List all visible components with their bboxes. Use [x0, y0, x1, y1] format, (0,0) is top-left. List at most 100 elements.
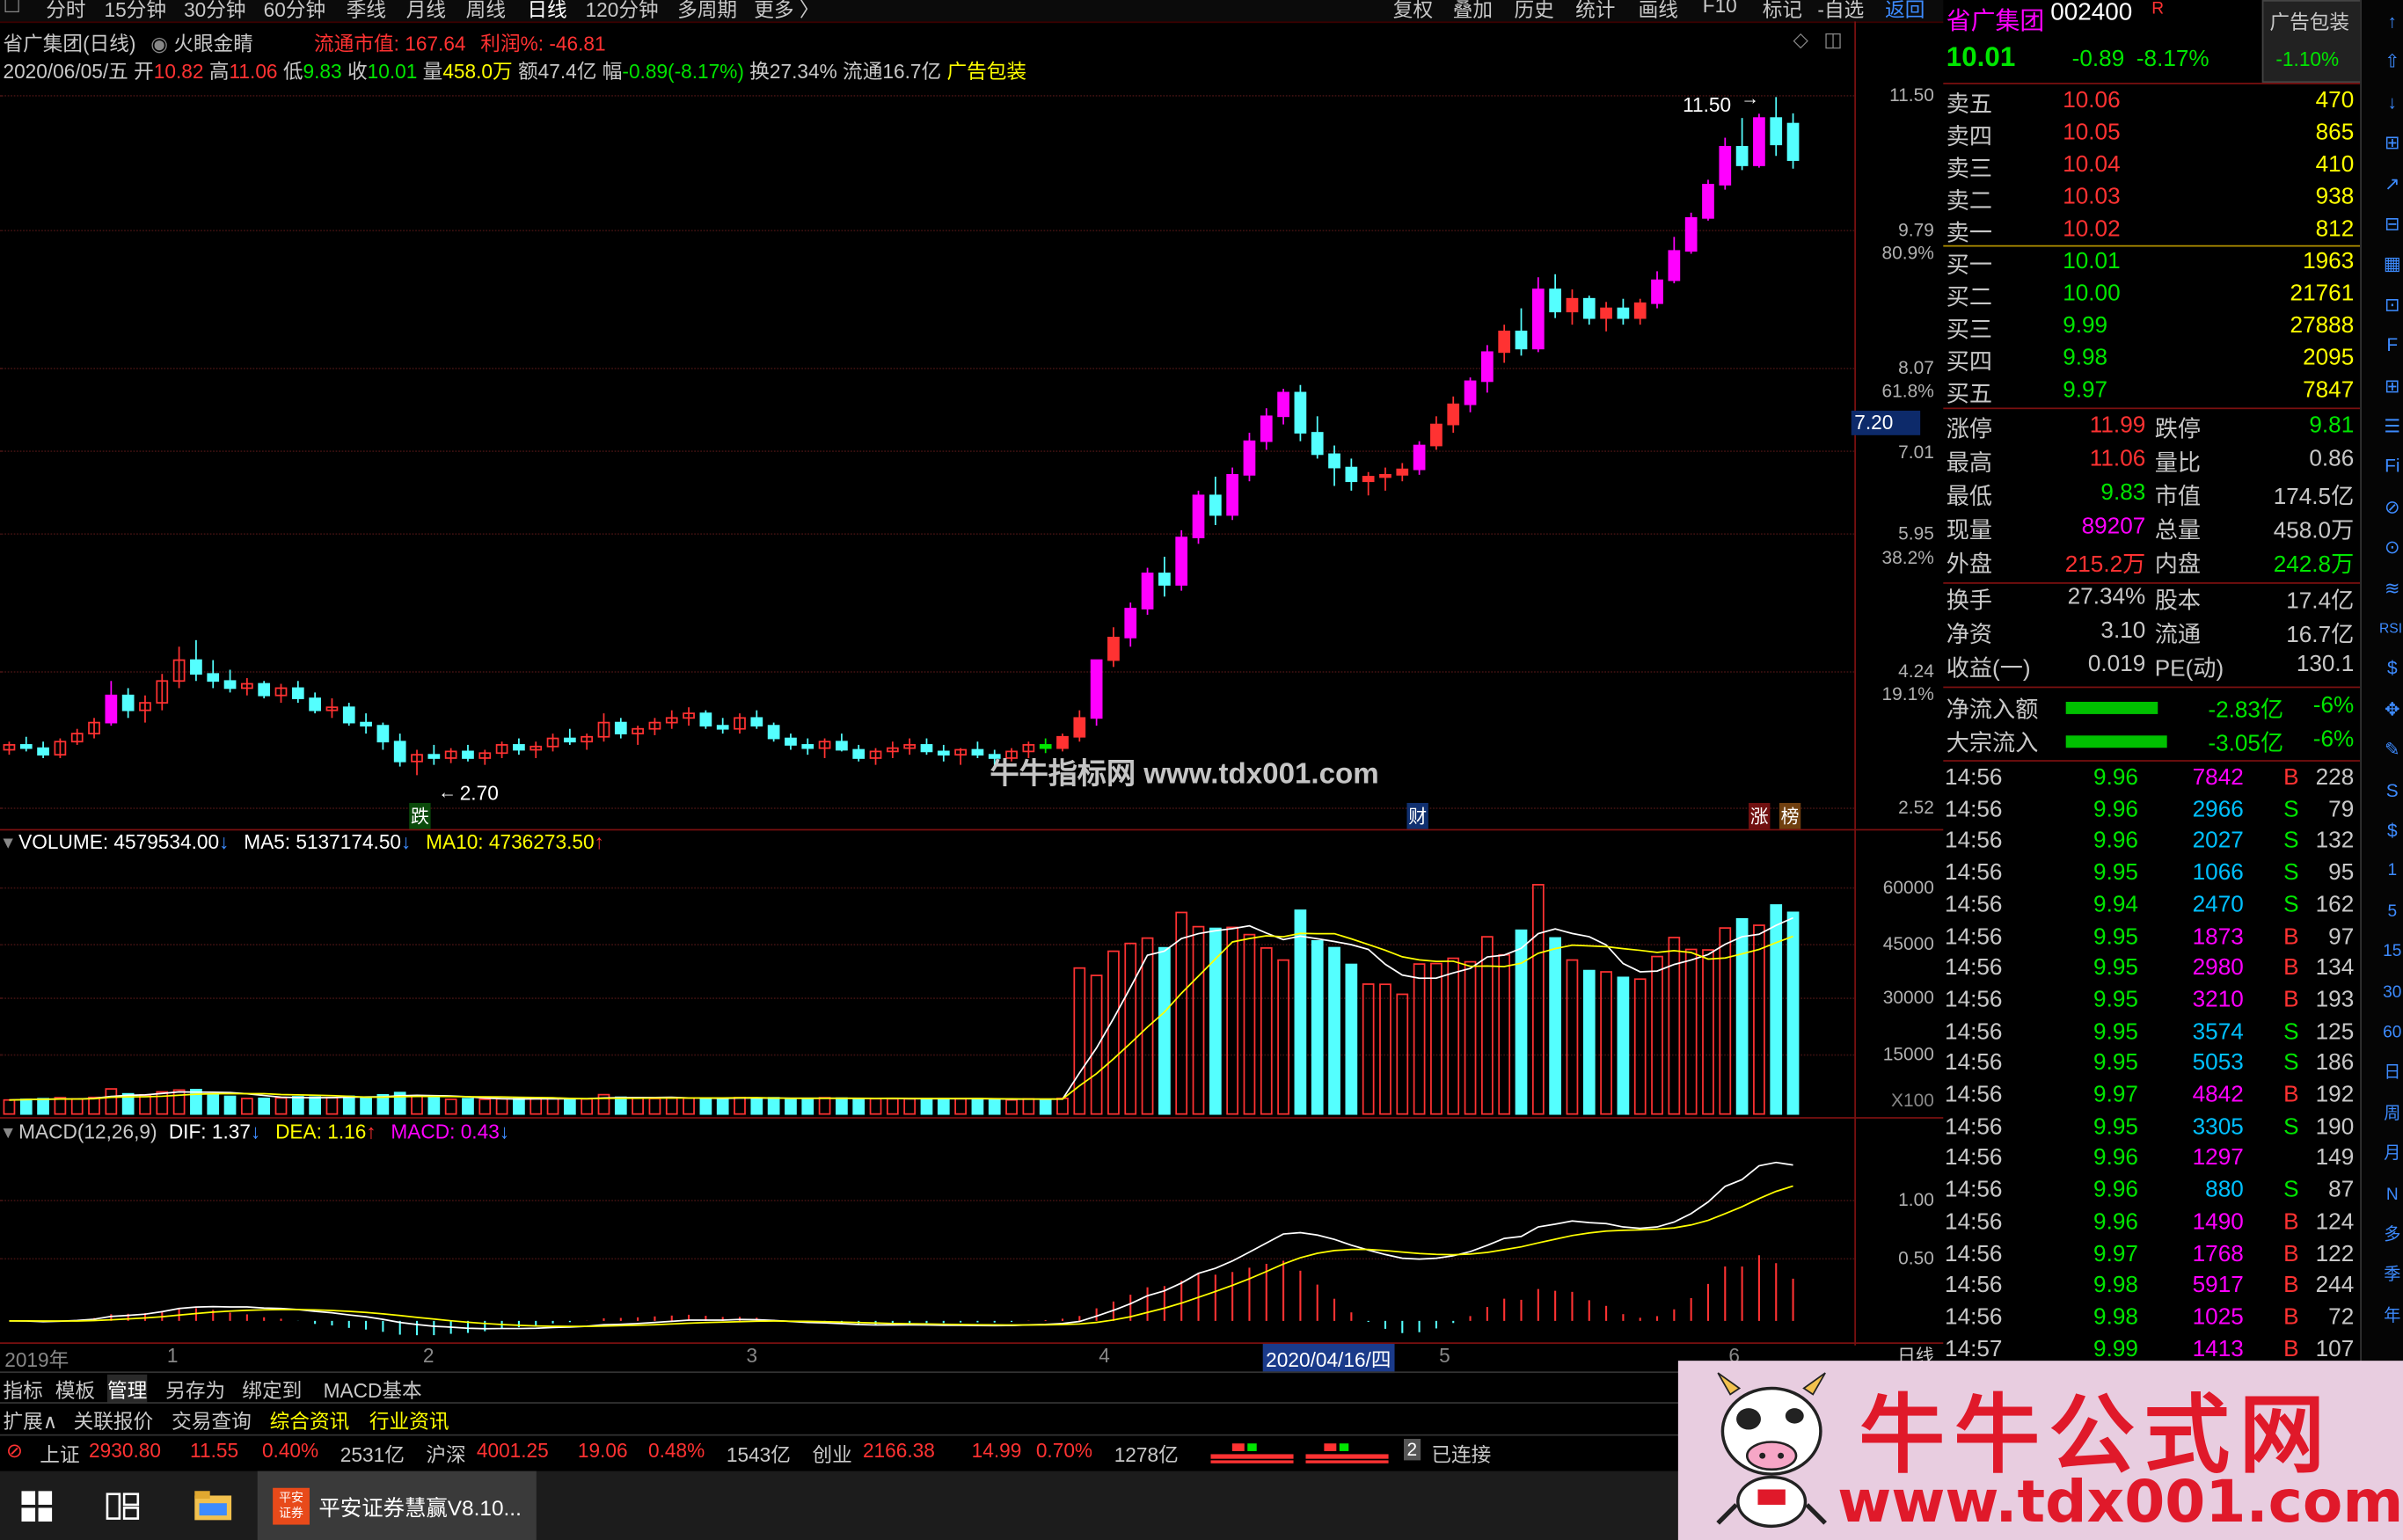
- sidebar-tool-icon[interactable]: ✎: [2380, 737, 2403, 762]
- tick-row[interactable]: 14:56 9.96 1297 149: [1943, 1145, 2360, 1176]
- sidebar-tool-icon[interactable]: ⊡: [2380, 292, 2403, 317]
- alert-icon[interactable]: ⊘: [6, 1439, 23, 1463]
- sidebar-tool-icon[interactable]: 1: [2380, 858, 2403, 883]
- tick-row[interactable]: 14:56 9.96 880 S 87: [1943, 1177, 2360, 1208]
- mark-limit-up[interactable]: 涨: [1749, 802, 1771, 829]
- sidebar-tool-icon[interactable]: ↓: [2380, 90, 2403, 114]
- index-name[interactable]: 上证: [40, 1439, 79, 1468]
- sidebar-tool-icon[interactable]: ✥: [2380, 697, 2403, 721]
- ask-level[interactable]: 卖三 10.04 410: [1943, 151, 2360, 182]
- sidebar-tool-icon[interactable]: 5: [2380, 899, 2403, 923]
- candle-body: [1515, 330, 1528, 350]
- sidebar-tool-icon[interactable]: ▦: [2380, 252, 2403, 276]
- tick-row[interactable]: 14:56 9.98 1025 B 72: [1943, 1303, 2360, 1334]
- sidebar-tool-icon[interactable]: 15: [2380, 939, 2403, 964]
- tick-row[interactable]: 14:56 9.95 1066 S 95: [1943, 860, 2360, 891]
- tab-related[interactable]: 关联报价: [74, 1405, 154, 1434]
- sidebar-tool-icon[interactable]: 季: [2380, 1263, 2403, 1288]
- sidebar-tool-icon[interactable]: 60: [2380, 1020, 2403, 1045]
- sidebar-tool-icon[interactable]: ⊟: [2380, 211, 2403, 236]
- ask-level[interactable]: 卖五 10.06 470: [1943, 87, 2360, 118]
- mark-down[interactable]: 跌: [409, 802, 431, 829]
- task-view-icon[interactable]: [106, 1490, 140, 1523]
- stat-row[interactable]: 最低 9.83 市值 174.5亿: [1943, 479, 2360, 510]
- kline-chart[interactable]: [0, 0, 1854, 1371]
- stat-row[interactable]: 外盘 215.2万 内盘 242.8万: [1943, 547, 2360, 578]
- bid-level[interactable]: 买一 10.01 1963: [1943, 248, 2360, 279]
- tick-row[interactable]: 14:56 9.95 3574 S 125: [1943, 1018, 2360, 1049]
- tick-row[interactable]: 14:56 9.97 4842 B 192: [1943, 1082, 2360, 1113]
- mark-rank[interactable]: 榜: [1779, 802, 1801, 829]
- collapse-icon[interactable]: ▾: [3, 1120, 12, 1143]
- bid-level[interactable]: 买三 9.99 27888: [1943, 312, 2360, 343]
- sidebar-tool-icon[interactable]: ⊞: [2380, 373, 2403, 398]
- sidebar-tool-icon[interactable]: ☰: [2380, 413, 2403, 438]
- sidebar-tool-icon[interactable]: ⊞: [2380, 130, 2403, 155]
- sidebar-tool-icon[interactable]: 周: [2380, 1101, 2403, 1126]
- file-explorer-icon[interactable]: [194, 1488, 233, 1522]
- tab-indicator[interactable]: 指标: [3, 1375, 42, 1404]
- tick-row[interactable]: 14:56 9.95 1873 B 97: [1943, 923, 2360, 954]
- tab-expand[interactable]: 扩展∧: [3, 1405, 57, 1434]
- taskbar-app-pingan[interactable]: 平安 证券 平安证券慧赢V8.10...: [257, 1471, 537, 1540]
- tick-row[interactable]: 14:56 9.95 3210 B 193: [1943, 987, 2360, 1018]
- sidebar-tool-icon[interactable]: ⊘: [2380, 494, 2403, 519]
- tab-industry-news[interactable]: 行业资讯: [369, 1405, 449, 1434]
- tick-row[interactable]: 14:56 9.96 2966 S 79: [1943, 796, 2360, 827]
- index-name[interactable]: 创业: [812, 1439, 851, 1468]
- tab-news[interactable]: 综合资讯: [270, 1405, 350, 1434]
- sidebar-tool-icon[interactable]: $: [2380, 656, 2403, 681]
- sidebar-tool-icon[interactable]: S: [2380, 777, 2403, 802]
- sidebar-tool-icon[interactable]: ≋: [2380, 575, 2403, 600]
- sidebar-tool-icon[interactable]: F: [2380, 332, 2403, 357]
- stat-row[interactable]: 净资 3.10 流通 16.7亿: [1943, 617, 2360, 648]
- sidebar-tool-icon[interactable]: $: [2380, 818, 2403, 843]
- stat-row[interactable]: 收益(一) 0.019 PE(动) 130.1: [1943, 651, 2360, 682]
- index-name[interactable]: 沪深: [426, 1439, 465, 1468]
- sidebar-tool-icon[interactable]: 30: [2380, 980, 2403, 1004]
- sidebar-tool-icon[interactable]: ⊙: [2380, 535, 2403, 559]
- sidebar-tool-icon[interactable]: N: [2380, 1182, 2403, 1207]
- toolbar-back[interactable]: 返回: [1885, 0, 1925, 21]
- ask-level[interactable]: 卖二 10.03 938: [1943, 184, 2360, 215]
- tick-row[interactable]: 14:56 9.95 3305 S 190: [1943, 1113, 2360, 1144]
- index-amount: 1278亿: [1114, 1443, 1179, 1467]
- tab-trade[interactable]: 交易查询: [172, 1405, 252, 1434]
- stat-row[interactable]: 现量 89207 总量 458.0万: [1943, 514, 2360, 544]
- ask-level[interactable]: 卖一 10.02 812: [1943, 216, 2360, 247]
- tab-bind[interactable]: 绑定到: [242, 1375, 302, 1404]
- sidebar-tool-icon[interactable]: 日: [2380, 1061, 2403, 1085]
- sidebar-tool-icon[interactable]: ⇧: [2380, 49, 2403, 74]
- tick-row[interactable]: 14:56 9.98 5917 B 244: [1943, 1272, 2360, 1303]
- tab-manage[interactable]: 管理: [106, 1374, 148, 1404]
- stat-row[interactable]: 涨停 11.99 跌停 9.81: [1943, 412, 2360, 443]
- sidebar-tool-icon[interactable]: ↗: [2380, 171, 2403, 195]
- tick-row[interactable]: 14:56 9.96 7842 B 228: [1943, 764, 2360, 795]
- sidebar-tool-icon[interactable]: Fi: [2380, 454, 2403, 478]
- tick-row[interactable]: 14:56 9.95 5053 S 186: [1943, 1050, 2360, 1081]
- tick-row[interactable]: 14:56 9.95 2980 B 134: [1943, 955, 2360, 986]
- sidebar-tool-icon[interactable]: 多: [2380, 1223, 2403, 1247]
- sidebar-tool-icon[interactable]: ↑: [2380, 9, 2403, 33]
- sidebar-tool-icon[interactable]: 年: [2380, 1303, 2403, 1328]
- stat-row[interactable]: 换手 27.34% 股本 17.4亿: [1943, 584, 2360, 615]
- volume-bar: [1633, 978, 1647, 1115]
- ad-banner[interactable]: 牛牛公式网 www.tdx001.com: [1677, 1361, 2403, 1540]
- collapse-icon[interactable]: ▾: [3, 830, 12, 853]
- bid-level[interactable]: 买五 9.97 7847: [1943, 377, 2360, 408]
- tab-saveas[interactable]: 另存为: [165, 1375, 225, 1404]
- bid-level[interactable]: 买四 9.98 2095: [1943, 345, 2360, 376]
- tick-row[interactable]: 14:56 9.97 1768 B 122: [1943, 1240, 2360, 1271]
- mark-finance[interactable]: 财: [1406, 802, 1428, 829]
- bid-level[interactable]: 买二 10.00 21761: [1943, 281, 2360, 311]
- sidebar-tool-icon[interactable]: RSI: [2374, 616, 2403, 640]
- tick-row[interactable]: 14:56 9.96 1490 B 124: [1943, 1208, 2360, 1239]
- stat-row[interactable]: 最高 11.06 量比 0.86: [1943, 446, 2360, 477]
- ask-level[interactable]: 卖四 10.05 865: [1943, 120, 2360, 150]
- windows-start-icon[interactable]: [21, 1491, 53, 1522]
- tick-row[interactable]: 14:56 9.94 2470 S 162: [1943, 892, 2360, 923]
- sidebar-tool-icon[interactable]: 月: [2380, 1142, 2403, 1166]
- tick-row[interactable]: 14:56 9.96 2027 S 132: [1943, 828, 2360, 859]
- tab-macd-basic[interactable]: MACD基本: [324, 1375, 422, 1404]
- tab-template[interactable]: 模板: [55, 1375, 95, 1404]
